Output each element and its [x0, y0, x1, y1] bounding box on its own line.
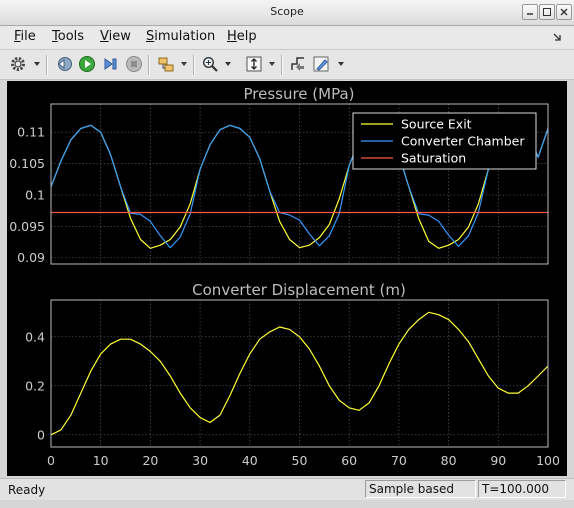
dock-arrow-icon[interactable]: [552, 32, 562, 42]
title-bar: Scope: [0, 0, 574, 26]
displacement-y-tick-label: 0.4: [25, 329, 45, 344]
pressure-legend[interactable]: Source Exit Converter Chamber Saturation: [352, 112, 537, 170]
configuration-dropdown-icon[interactable]: [34, 62, 40, 66]
stop-button[interactable]: [123, 53, 145, 75]
displacement-x-tick-label: 40: [242, 453, 258, 468]
autoscale-icon: [246, 56, 262, 72]
displacement-y-tick-label: 0.2: [25, 378, 45, 393]
displacement-x-ticks: 0 10 20 30 40 50 60 70 80 90 100: [47, 453, 560, 468]
menu-file[interactable]: File: [14, 29, 36, 44]
style-icon: [313, 56, 329, 72]
run-button[interactable]: [76, 53, 98, 75]
pressure-y-tick-label: 0.095: [9, 219, 45, 234]
minimize-button[interactable]: [522, 4, 538, 20]
legend-label-source-exit: Source Exit: [401, 117, 472, 132]
menu-bar: File Tools View Simulation Help: [0, 26, 574, 50]
maximize-icon: [543, 8, 551, 16]
zoom-icon: [202, 56, 218, 72]
configuration-button[interactable]: [7, 53, 29, 75]
menu-view[interactable]: View: [100, 29, 131, 44]
displacement-x-tick-label: 10: [93, 453, 109, 468]
minimize-icon: [527, 13, 533, 15]
autoscale-button[interactable]: [243, 53, 265, 75]
displacement-x-tick-label: 0: [47, 453, 55, 468]
status-mode: Sample based: [365, 480, 476, 498]
pressure-y-tick-label: 0.1: [25, 187, 45, 202]
toolbar-separator: [148, 55, 150, 75]
pressure-y-tick-label: 0.105: [9, 156, 45, 171]
menu-help[interactable]: Help: [227, 29, 257, 44]
triggers-button[interactable]: [287, 53, 309, 75]
scope-plots[interactable]: Pressure (MPa) 0.09 0.095 0.1 0.105 0.11 Sou…: [7, 81, 567, 476]
maximize-button[interactable]: [539, 4, 555, 20]
style-button[interactable]: [310, 53, 332, 75]
style-dropdown-icon[interactable]: [338, 62, 344, 66]
stop-icon: [126, 56, 142, 72]
highlight-block-button[interactable]: [155, 53, 177, 75]
step-forward-icon: [104, 58, 117, 70]
close-button[interactable]: [556, 4, 572, 20]
displacement-x-tick-label: 60: [341, 453, 357, 468]
pressure-y-tick-label: 0.11: [17, 125, 45, 140]
displacement-y-tick-label: 0: [37, 427, 45, 442]
displacement-x-tick-label: 80: [441, 453, 457, 468]
zoom-button[interactable]: [199, 53, 221, 75]
pressure-title: Pressure (MPa): [243, 85, 354, 103]
toolbar-separator: [281, 55, 283, 75]
displacement-y-ticks: 0 0.2 0.4: [25, 329, 45, 442]
displacement-x-tick-label: 20: [142, 453, 158, 468]
gear-icon: [11, 57, 25, 71]
toolbar: [0, 50, 574, 80]
highlight-block-icon: [158, 57, 174, 72]
displacement-x-tick-label: 50: [292, 453, 308, 468]
displacement-x-tick-label: 100: [536, 453, 560, 468]
step-back-icon: [58, 57, 72, 71]
zoom-dropdown-icon[interactable]: [225, 62, 231, 66]
close-icon: [560, 8, 568, 16]
highlight-dropdown-icon[interactable]: [181, 62, 187, 66]
window-title: Scope: [270, 5, 304, 18]
scope-plot-area: Pressure (MPa) 0.09 0.095 0.1 0.105 0.11 Sou…: [7, 81, 567, 476]
displacement-x-tick-label: 30: [192, 453, 208, 468]
pressure-y-tick-label: 0.09: [17, 250, 45, 265]
displacement-x-tick-label: 70: [391, 453, 407, 468]
displacement-grid: [50, 300, 549, 447]
status-ready: Ready: [8, 483, 46, 497]
toolbar-separator: [46, 55, 48, 75]
triggers-icon: [291, 57, 304, 71]
step-back-button[interactable]: [53, 53, 75, 75]
step-forward-button[interactable]: [99, 53, 121, 75]
run-icon: [79, 56, 95, 72]
status-time: T=100.000: [478, 480, 566, 498]
status-bar: Ready Sample based T=100.000: [0, 478, 574, 500]
pressure-y-ticks: 0.09 0.095 0.1 0.105 0.11: [9, 125, 45, 265]
menu-tools[interactable]: Tools: [52, 29, 84, 44]
legend-label-saturation: Saturation: [401, 151, 466, 166]
displacement-title: Converter Displacement (m): [192, 281, 406, 299]
displacement-x-tick-label: 90: [490, 453, 506, 468]
toolbar-separator: [193, 55, 195, 75]
autoscale-dropdown-icon[interactable]: [269, 62, 275, 66]
menu-simulation[interactable]: Simulation: [146, 29, 215, 44]
legend-label-converter-chamber: Converter Chamber: [401, 134, 525, 149]
